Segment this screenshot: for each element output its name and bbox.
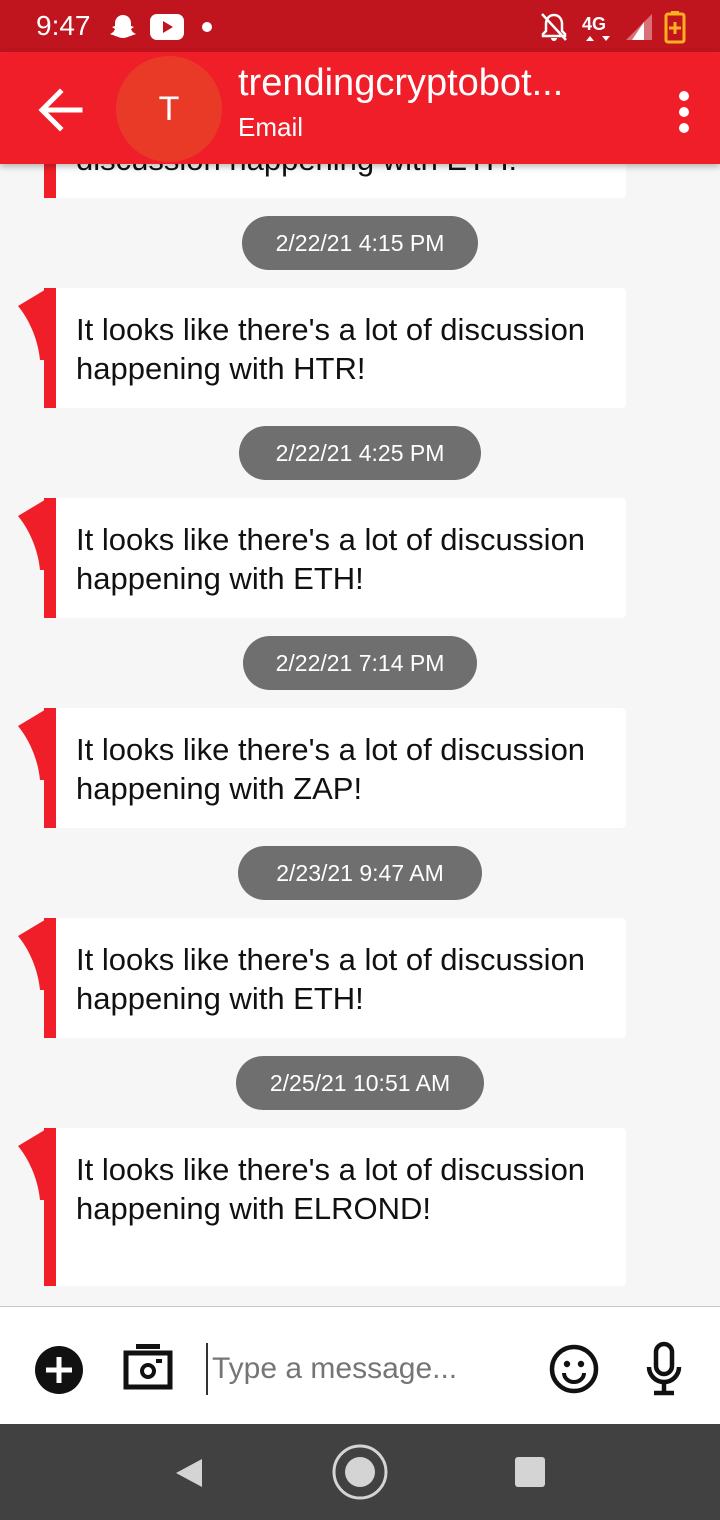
message-bubble[interactable]: discussion happening with ETH!	[44, 164, 626, 198]
conversation-subtitle: Email	[238, 112, 304, 142]
message-accent-bar	[44, 708, 56, 828]
timestamp-pill: 2/25/21 10:51 AM	[236, 1056, 484, 1110]
navigation-bar	[0, 1424, 720, 1520]
status-bar: 9:47 4G	[0, 0, 720, 52]
message-bubble[interactable]: It looks like there's a lot of discussio…	[18, 708, 626, 828]
snapchat-icon	[110, 15, 136, 38]
message-accent-bar	[44, 1128, 56, 1286]
app-bar: T trendingcryptobot... Email	[0, 52, 720, 164]
message-input[interactable]	[206, 1343, 536, 1395]
message-accent-bar	[44, 498, 56, 618]
nav-recents-icon[interactable]	[514, 1456, 546, 1488]
youtube-icon	[150, 14, 184, 40]
dot-icon	[202, 22, 212, 32]
svg-text:4G: 4G	[582, 14, 606, 34]
message-bubble[interactable]: It looks like there's a lot of discussio…	[18, 1128, 626, 1286]
message-bubble[interactable]: It looks like there's a lot of discussio…	[18, 918, 626, 1038]
contact-avatar[interactable]: T	[116, 56, 222, 162]
mute-icon	[541, 13, 567, 41]
message-text: It looks like there's a lot of discussio…	[76, 732, 586, 806]
add-attachment-icon[interactable]	[34, 1345, 84, 1395]
back-arrow-icon[interactable]	[30, 80, 90, 140]
conversation-list[interactable]: discussion happening with ETH! 2/22/21 4…	[0, 164, 720, 1306]
status-time: 9:47	[36, 10, 91, 41]
conversation-title[interactable]: trendingcryptobot...	[238, 62, 563, 105]
message-accent-bar	[44, 288, 56, 408]
message-text: It looks like there's a lot of discussio…	[76, 1152, 586, 1226]
nav-home-icon[interactable]	[330, 1442, 390, 1502]
camera-icon[interactable]	[122, 1341, 174, 1393]
message-text: discussion happening with ETH!	[44, 164, 626, 201]
message-accent-bar	[44, 164, 56, 198]
nav-back-icon[interactable]	[172, 1456, 206, 1490]
message-text: It looks like there's a lot of discussio…	[76, 942, 586, 1016]
message-bubble[interactable]: It looks like there's a lot of discussio…	[18, 288, 626, 408]
message-bubble[interactable]: It looks like there's a lot of discussio…	[18, 498, 626, 618]
message-text: It looks like there's a lot of discussio…	[76, 522, 586, 596]
microphone-icon[interactable]	[644, 1341, 684, 1397]
timestamp-pill: 2/23/21 9:47 AM	[238, 846, 482, 900]
battery-icon	[664, 11, 686, 44]
timestamp-pill: 2/22/21 7:14 PM	[243, 636, 477, 690]
emoji-icon[interactable]	[548, 1343, 600, 1395]
message-text: It looks like there's a lot of discussio…	[76, 312, 586, 386]
compose-bar	[0, 1306, 720, 1424]
timestamp-pill: 2/22/21 4:15 PM	[242, 216, 478, 270]
signal-icon	[626, 14, 652, 40]
timestamp-pill: 2/22/21 4:25 PM	[239, 426, 481, 480]
4g-lte-icon: 4G	[582, 14, 610, 41]
overflow-menu-icon[interactable]	[664, 82, 704, 142]
message-accent-bar	[44, 918, 56, 1038]
